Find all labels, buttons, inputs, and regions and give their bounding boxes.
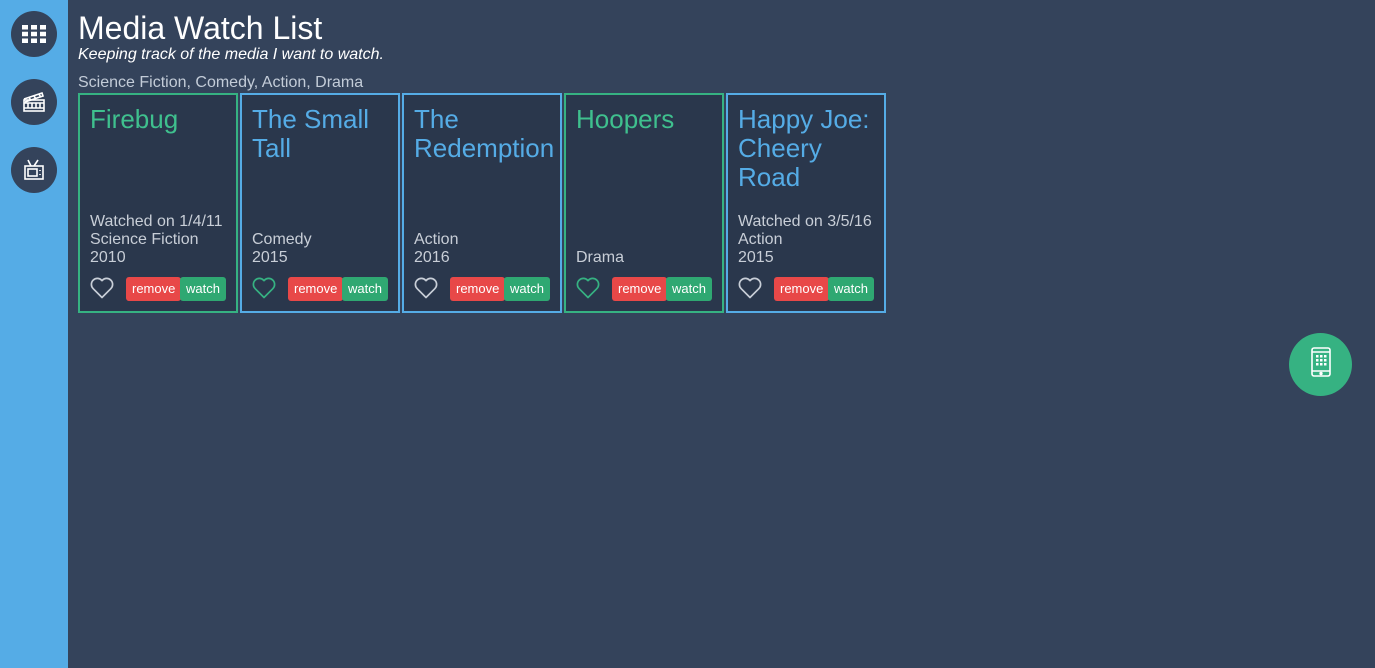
media-year: 2015 [252, 249, 288, 266]
media-title: The Redemption [414, 104, 555, 163]
media-info: Action 2016 [414, 231, 556, 267]
remove-button[interactable]: remove [126, 277, 182, 301]
card-actions: remove watch [252, 276, 388, 301]
media-year: 2010 [90, 249, 126, 266]
media-year: 2015 [738, 249, 774, 266]
remove-button[interactable]: remove [612, 277, 668, 301]
sidebar-item-movies[interactable] [11, 79, 57, 125]
media-genre: Science Fiction [90, 231, 199, 248]
media-card-list: Firebug Watched on 1/4/11 Science Fiction… [78, 93, 888, 313]
media-info: Comedy 2015 [252, 231, 394, 267]
watch-button[interactable]: watch [180, 277, 226, 301]
media-genre: Drama [576, 249, 625, 266]
media-info: Watched on 3/5/16 Action 2015 [738, 213, 880, 267]
heart-icon[interactable] [252, 277, 276, 301]
heart-icon[interactable] [576, 277, 600, 301]
media-title: Firebug [90, 104, 179, 134]
card-actions: remove watch [414, 276, 550, 301]
watched-date: Watched on 1/4/11 [90, 213, 223, 230]
tv-icon [23, 159, 45, 181]
sidebar-item-tv[interactable] [11, 147, 57, 193]
heart-icon[interactable] [414, 277, 438, 301]
media-info: Drama [576, 249, 718, 267]
media-genre: Action [414, 231, 459, 248]
film-icon [22, 91, 46, 113]
media-genre: Comedy [252, 231, 312, 248]
media-card: The Redemption Action 2016 remove watch [402, 93, 562, 313]
media-title: Hoopers [576, 104, 675, 134]
media-card: Firebug Watched on 1/4/11 Science Fiction… [78, 93, 238, 313]
mobile-view-button[interactable] [1289, 333, 1352, 396]
sidebar-item-grid[interactable] [11, 11, 57, 57]
heart-icon[interactable] [738, 277, 762, 301]
media-year: 2016 [414, 249, 450, 266]
media-card: Happy Joe: Cheery Road Watched on 3/5/16… [726, 93, 886, 313]
watch-button[interactable]: watch [828, 277, 874, 301]
card-actions: remove watch [90, 276, 226, 301]
watch-button[interactable]: watch [666, 277, 712, 301]
heart-icon[interactable] [90, 277, 114, 301]
page-title: Media Watch List [78, 10, 323, 46]
media-card: The Small Tall Comedy 2015 remove watch [240, 93, 400, 313]
remove-button[interactable]: remove [774, 277, 830, 301]
mobile-device-icon [1310, 347, 1331, 382]
watch-button[interactable]: watch [504, 277, 550, 301]
genre-list: Science Fiction, Comedy, Action, Drama [78, 74, 364, 91]
remove-button[interactable]: remove [288, 277, 344, 301]
card-actions: remove watch [738, 276, 874, 301]
remove-button[interactable]: remove [450, 277, 506, 301]
media-genre: Action [738, 231, 783, 248]
grid-icon [22, 25, 46, 43]
watched-date: Watched on 3/5/16 [738, 213, 872, 230]
card-actions: remove watch [576, 276, 712, 301]
media-title: The Small Tall [252, 104, 370, 163]
media-info: Watched on 1/4/11 Science Fiction 2010 [90, 213, 232, 267]
sidebar [0, 0, 68, 668]
media-title: Happy Joe: Cheery Road [738, 104, 870, 192]
page-subtitle: Keeping track of the media I want to wat… [78, 46, 384, 63]
watch-button[interactable]: watch [342, 277, 388, 301]
media-card: Hoopers Drama remove watch [564, 93, 724, 313]
